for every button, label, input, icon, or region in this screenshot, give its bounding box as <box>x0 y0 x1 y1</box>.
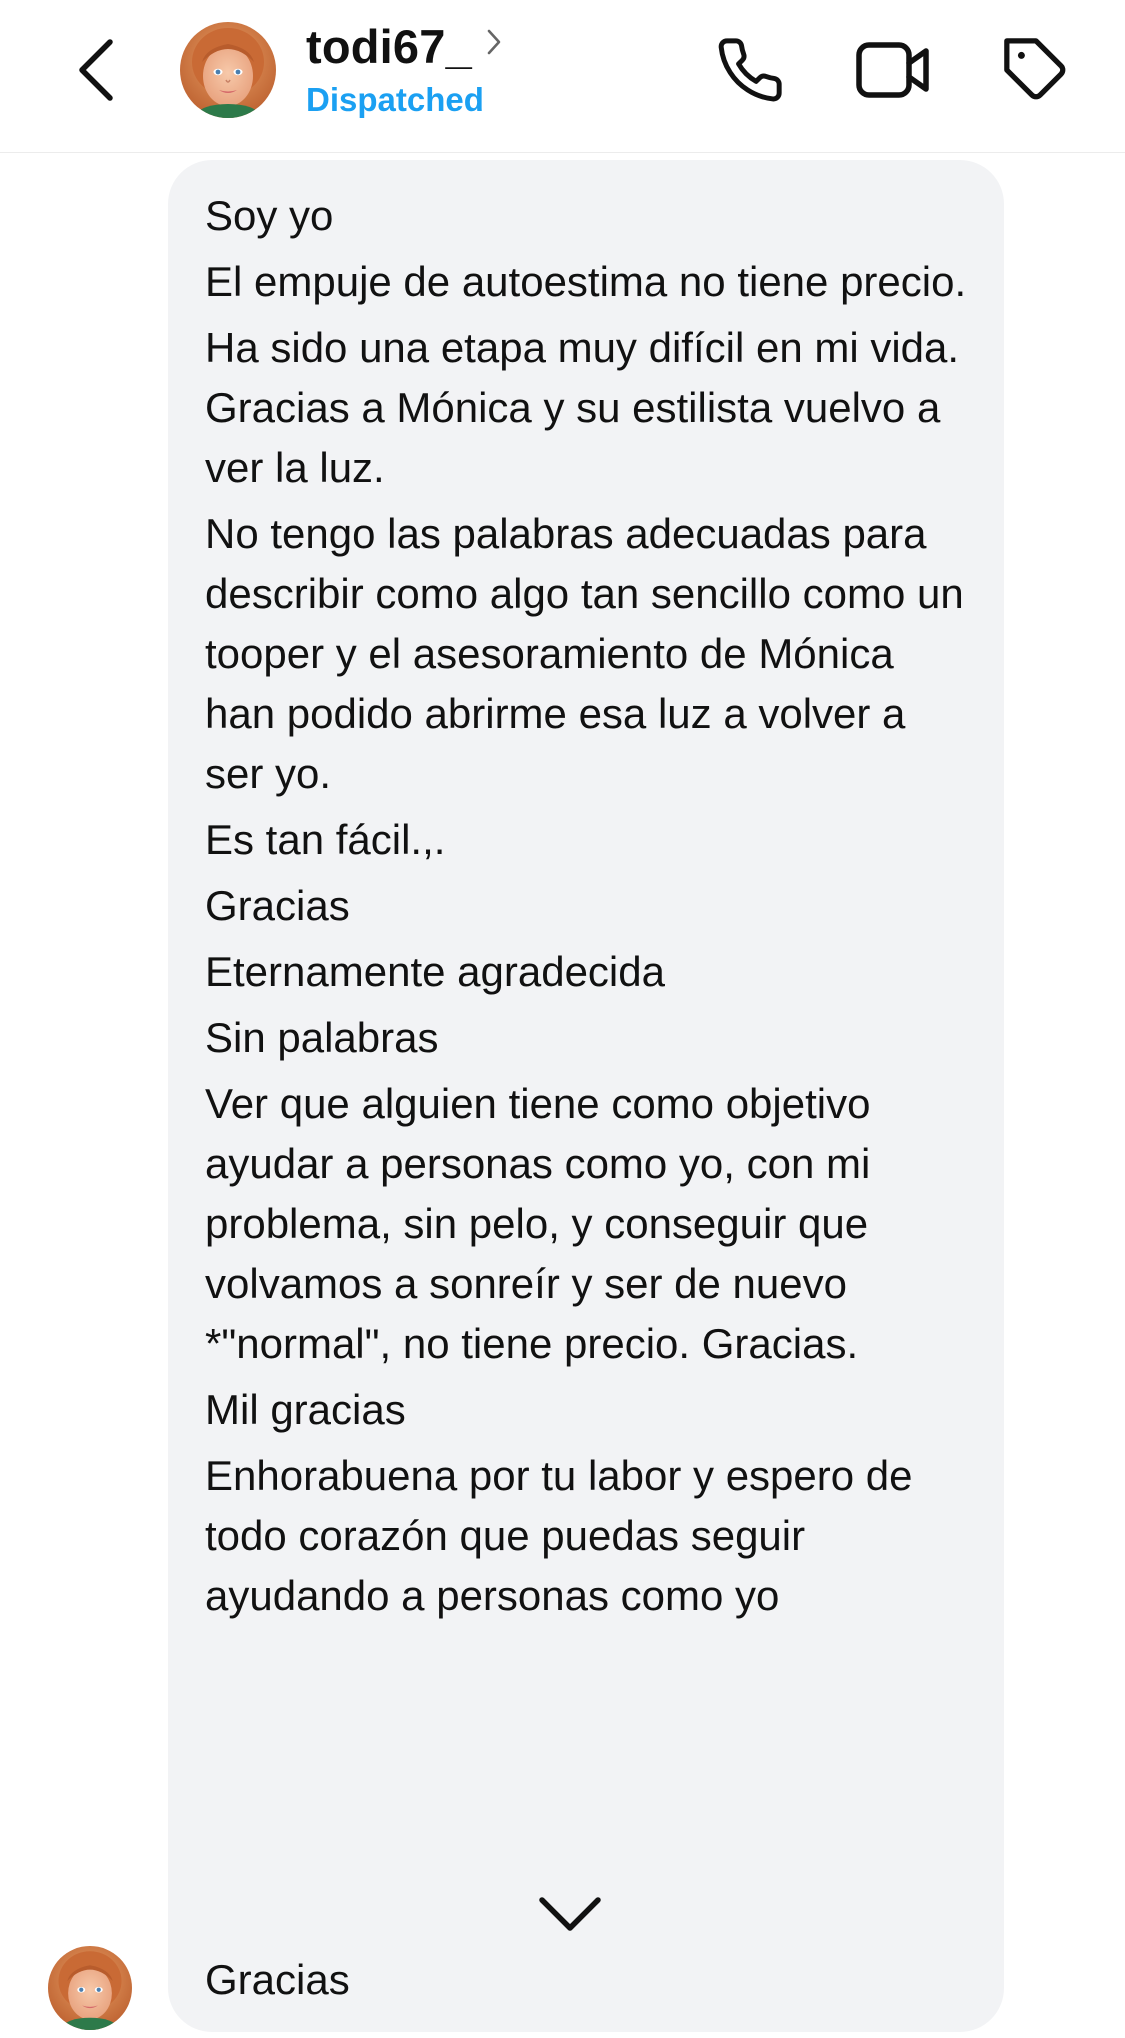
back-chevron-icon <box>79 39 113 101</box>
message-line: Ha sido una etapa muy difícil en mi vida… <box>205 324 971 491</box>
profile-title[interactable]: todi67_ Dispatched <box>306 18 502 128</box>
avatar[interactable] <box>180 22 276 118</box>
back-button[interactable] <box>68 30 124 110</box>
message-line: No tengo las palabras adecuadas para des… <box>205 510 976 797</box>
sender-avatar[interactable] <box>48 1946 132 2030</box>
message-line: Sin palabras <box>205 1014 439 1061</box>
expand-message-button[interactable] <box>530 1886 610 1942</box>
message-bubble[interactable]: Soy yo El empuje de autoestima no tiene … <box>168 160 1004 2032</box>
status-label: Dispatched <box>306 81 484 118</box>
username: todi67_ <box>306 20 472 73</box>
call-button[interactable] <box>710 30 790 110</box>
video-call-button[interactable] <box>853 30 933 110</box>
tag-icon <box>1004 38 1066 100</box>
chevron-down-icon <box>539 1897 601 1931</box>
message-line: Mil gracias <box>205 1386 406 1433</box>
chat-header: todi67_ Dispatched <box>0 0 1125 153</box>
message-line: Es tan fácil.,. <box>205 816 446 863</box>
video-camera-icon <box>856 42 929 98</box>
message-last-line: Gracias <box>205 1956 350 2003</box>
message-line: Enhorabuena por tu labor y espero de tod… <box>205 1452 925 1619</box>
message-line: Soy yo <box>205 192 334 239</box>
message-line: El empuje de autoestima no tiene precio. <box>205 258 967 305</box>
chevron-right-icon <box>486 28 502 61</box>
message-line: Gracias <box>205 882 350 929</box>
message-line: Ver que alguien tiene como objetivo ayud… <box>205 1080 883 1367</box>
phone-icon <box>718 38 782 102</box>
tag-button[interactable] <box>996 30 1076 110</box>
message-line: Eternamente agradecida <box>205 948 665 995</box>
